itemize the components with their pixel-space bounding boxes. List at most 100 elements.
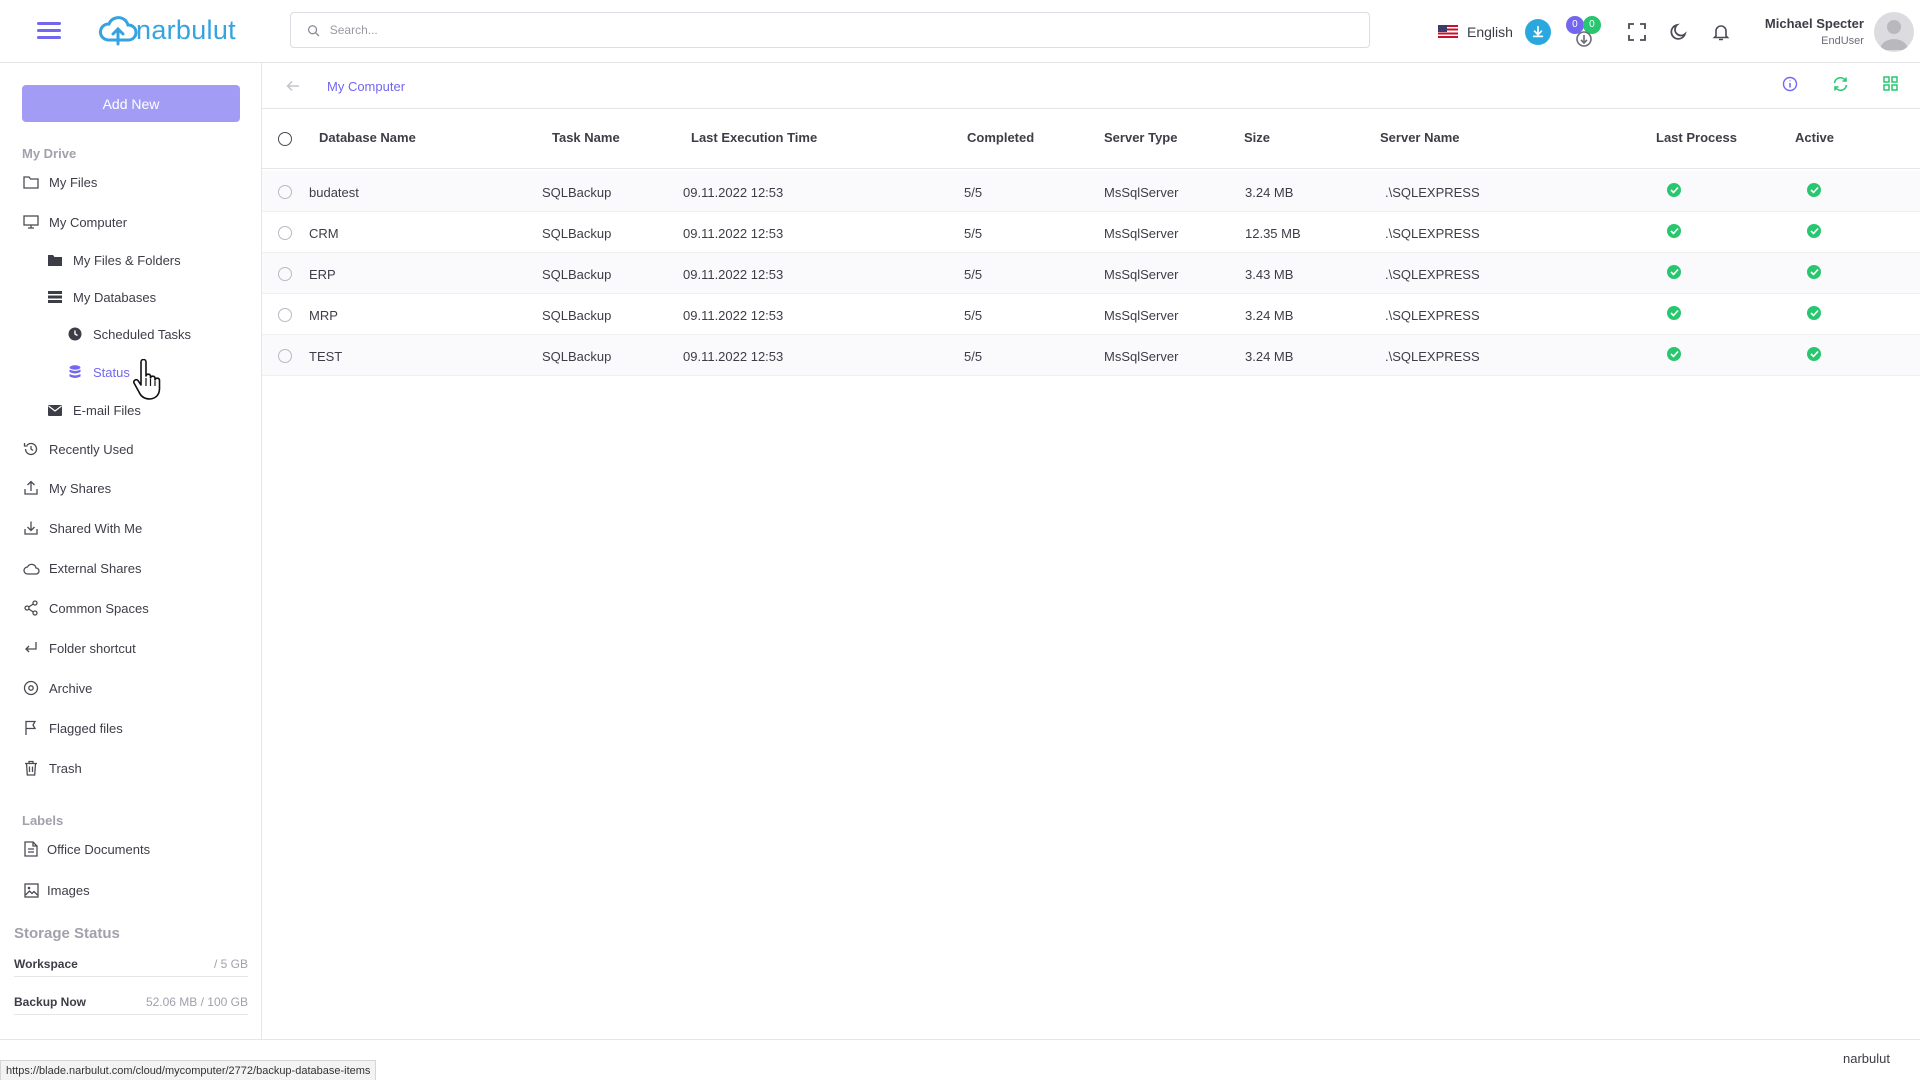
document-icon (24, 841, 38, 857)
sidebar-item-label: My Shares (49, 480, 112, 496)
search-input[interactable] (329, 23, 1369, 37)
info-icon (1782, 76, 1798, 92)
user-avatar-icon (1879, 19, 1908, 50)
cell-completed: 5/5 (964, 185, 983, 200)
column-server-name[interactable]: Server Name (1380, 130, 1460, 145)
link-preview-url: https://blade.narbulut.com/cloud/mycompu… (0, 1060, 377, 1080)
database-list-icon (48, 291, 62, 303)
user-info[interactable]: Michael Specter EndUser (1765, 16, 1864, 47)
add-new-button[interactable]: Add New (22, 85, 240, 122)
fullscreen-button[interactable] (1627, 22, 1647, 42)
table-row[interactable]: ERP SQLBackup 09.11.2022 12:53 5/5 MsSqlServ… (262, 253, 1920, 294)
column-last-execution-time[interactable]: Last Execution Time (691, 130, 817, 145)
cell-database-name: budatest (309, 185, 359, 200)
info-button[interactable] (1782, 76, 1798, 97)
last-process-check-icon (1667, 224, 1681, 238)
sidebar-item-my-files-folders[interactable]: My Files & Folders (46, 249, 181, 271)
cell-completed: 5/5 (964, 308, 983, 323)
select-all-radio[interactable] (278, 132, 292, 146)
column-server-type[interactable]: Server Type (1104, 130, 1177, 145)
row-select-radio[interactable] (278, 267, 292, 281)
table-row[interactable]: CRM SQLBackup 09.11.2022 12:53 5/5 MsSqlServ… (262, 212, 1920, 253)
column-database-name[interactable]: Database Name (319, 130, 416, 145)
row-select-radio[interactable] (278, 349, 292, 363)
language-selector[interactable]: English (1438, 24, 1513, 40)
download-app-button[interactable] (1524, 18, 1551, 45)
storage-backup-value: 52.06 MB / 100 GB (145, 995, 248, 1009)
sidebar-item-my-files[interactable]: My Files (22, 171, 97, 193)
cell-size: 3.24 MB (1245, 349, 1294, 364)
sidebar-item-trash[interactable]: Trash (22, 757, 82, 779)
cell-server-type: MsSqlServer (1104, 226, 1179, 241)
flag-icon (25, 720, 37, 735)
folder-icon (23, 176, 39, 189)
top-header: narbulut English 0 0 Michael Specter En (0, 0, 1920, 63)
row-select-radio[interactable] (278, 226, 292, 240)
cell-size: 3.24 MB (1245, 308, 1294, 323)
last-process-check-icon (1667, 183, 1681, 197)
sidebar-item-my-databases[interactable]: My Databases (46, 286, 156, 308)
sidebar-item-flagged-files[interactable]: Flagged files (22, 717, 123, 739)
sidebar-item-common-spaces[interactable]: Common Spaces (22, 597, 149, 619)
cell-task-name: SQLBackup (542, 267, 612, 282)
main-content: My Computer Database Name Task Name Last… (262, 63, 1920, 1039)
sidebar-item-shared-with-me[interactable]: Shared With Me (22, 517, 142, 539)
breadcrumb-my-computer[interactable]: My Computer (327, 79, 405, 94)
storage-workspace-name: Workspace (14, 957, 78, 971)
cell-server-name: .\SQLEXPRESS (1385, 185, 1480, 200)
sidebar-item-scheduled-tasks[interactable]: Scheduled Tasks (66, 323, 191, 345)
column-active[interactable]: Active (1795, 130, 1834, 145)
cell-last-execution-time: 09.11.2022 12:53 (683, 349, 784, 364)
history-icon (23, 442, 38, 456)
sidebar-item-images[interactable]: Images (22, 879, 90, 901)
cell-completed: 5/5 (964, 349, 983, 364)
sidebar-item-label: Folder shortcut (49, 640, 136, 656)
dark-mode-toggle[interactable] (1669, 22, 1689, 42)
cell-task-name: SQLBackup (542, 226, 612, 241)
sidebar-item-my-shares[interactable]: My Shares (22, 477, 111, 499)
brand-logo[interactable]: narbulut (98, 10, 236, 50)
sidebar-item-label: Common Spaces (49, 600, 149, 616)
cell-database-name: MRP (309, 308, 338, 323)
sidebar-item-email-files[interactable]: E-mail Files (46, 399, 141, 421)
sidebar-item-archive[interactable]: Archive (22, 677, 92, 699)
menu-toggle-icon[interactable] (34, 18, 64, 44)
cell-last-execution-time: 09.11.2022 12:53 (683, 308, 784, 323)
storage-status-panel: Storage Status Workspace / 5 GB Backup N… (0, 925, 262, 1015)
cell-task-name: SQLBackup (542, 185, 612, 200)
labels-label: Labels (22, 813, 64, 828)
sidebar-item-label: Scheduled Tasks (93, 326, 192, 342)
transfer-status-button[interactable]: 0 0 (1561, 12, 1605, 52)
cell-server-type: MsSqlServer (1104, 185, 1179, 200)
table-row[interactable]: TEST SQLBackup 09.11.2022 12:53 5/5 MsSqlSer… (262, 335, 1920, 376)
row-select-radio[interactable] (278, 308, 292, 322)
upload-share-icon (24, 480, 38, 495)
column-completed[interactable]: Completed (967, 130, 1034, 145)
cell-completed: 5/5 (964, 267, 983, 282)
sidebar-item-folder-shortcut[interactable]: Folder shortcut (22, 637, 136, 659)
sidebar-item-status[interactable]: Status (66, 361, 130, 383)
sidebar-item-external-shares[interactable]: External Shares (22, 557, 142, 579)
avatar[interactable] (1873, 11, 1914, 52)
last-process-check-icon (1667, 347, 1681, 361)
arrow-left-icon (286, 80, 299, 92)
sidebar-item-my-computer[interactable]: My Computer (22, 211, 127, 233)
refresh-button[interactable] (1832, 76, 1849, 97)
table-row[interactable]: MRP SQLBackup 09.11.2022 12:53 5/5 MsSqlServ… (262, 294, 1920, 335)
column-task-name[interactable]: Task Name (552, 130, 620, 145)
search-icon (307, 24, 320, 37)
cell-last-execution-time: 09.11.2022 12:53 (683, 226, 784, 241)
back-button[interactable] (286, 79, 300, 97)
search-box[interactable] (290, 12, 1370, 48)
grid-icon (1883, 76, 1898, 91)
sidebar-item-office-documents[interactable]: Office Documents (22, 838, 150, 860)
column-size[interactable]: Size (1244, 130, 1270, 145)
row-select-radio[interactable] (278, 185, 292, 199)
notifications-button[interactable] (1711, 22, 1731, 42)
active-check-icon (1807, 224, 1821, 238)
table-row[interactable]: budatest SQLBackup 09.11.2022 12:53 5/5 MsSq… (262, 171, 1920, 212)
column-last-process[interactable]: Last Process (1656, 130, 1737, 145)
sidebar-item-recently-used[interactable]: Recently Used (22, 438, 134, 460)
grid-view-button[interactable] (1883, 76, 1898, 97)
cell-size: 3.24 MB (1245, 185, 1294, 200)
